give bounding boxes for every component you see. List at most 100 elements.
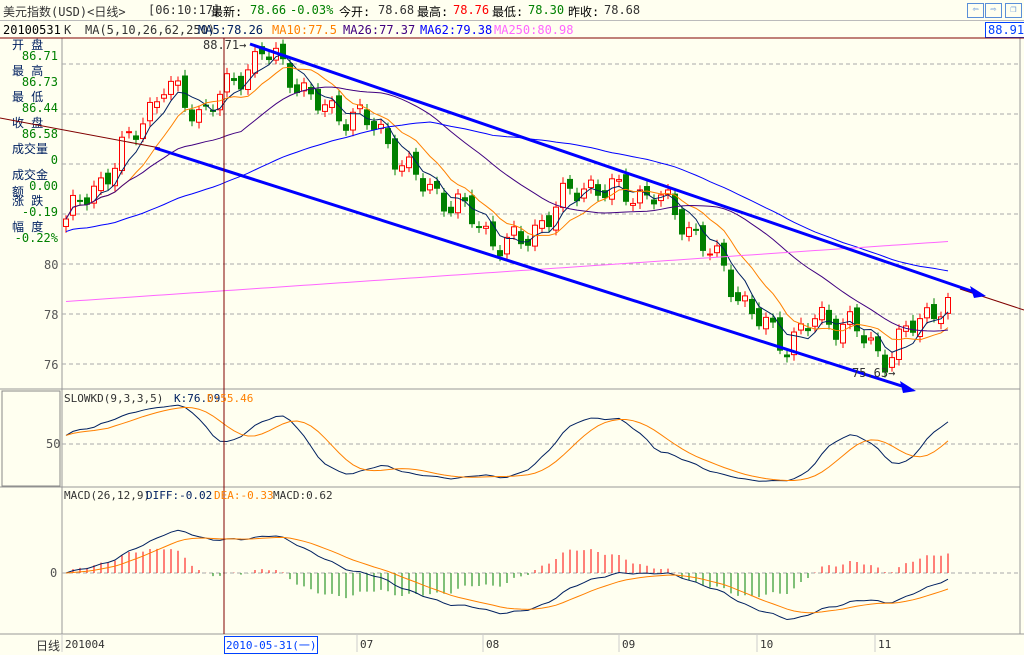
candle-body xyxy=(399,165,405,172)
candle-body xyxy=(938,316,944,325)
candle-body xyxy=(917,318,923,337)
candle-body xyxy=(805,328,811,332)
macd-diff-value: DIFF:-0.02 xyxy=(146,489,213,502)
price-tick-label: 78 xyxy=(44,308,58,322)
candle-body xyxy=(672,193,678,216)
candle-body xyxy=(133,135,139,140)
chart-canvas[interactable]: 80 78 76 201004 07 08 09 10 11 xyxy=(0,0,1024,655)
candle-body xyxy=(868,337,874,341)
candle-body xyxy=(455,193,461,214)
candle-body xyxy=(539,220,545,229)
candle-body xyxy=(343,124,349,131)
candle-body xyxy=(322,104,328,112)
candle-body xyxy=(413,151,419,175)
candle-body xyxy=(385,128,391,145)
candle-body xyxy=(252,51,258,74)
x-tick-label: 10 xyxy=(760,638,773,651)
upper-channel-line xyxy=(249,42,981,296)
candle-body xyxy=(700,225,706,251)
candle-body xyxy=(546,215,552,228)
candle-body xyxy=(735,292,741,302)
low-annotation: 75.63→ xyxy=(852,366,896,380)
candle-body xyxy=(567,178,573,189)
x-tick-label: 07 xyxy=(360,638,373,651)
price-tick-label: 76 xyxy=(44,358,58,372)
high-annotation: 88.71→ xyxy=(203,38,247,52)
candle-body xyxy=(693,228,699,231)
candle-body xyxy=(70,194,76,216)
candle-body xyxy=(861,335,867,344)
macd-value: MACD:0.62 xyxy=(273,489,333,502)
candle-body xyxy=(98,177,104,192)
candle-body xyxy=(728,269,734,298)
candle-body xyxy=(448,206,454,214)
candle-body xyxy=(126,131,132,134)
candle-body xyxy=(105,172,111,185)
candle-body xyxy=(819,306,825,321)
ma10-line xyxy=(65,66,949,341)
candle-body xyxy=(812,318,818,327)
candle-body xyxy=(721,242,727,266)
candle-body xyxy=(224,73,230,93)
candle-body xyxy=(910,320,916,333)
lower-channel-line xyxy=(154,146,909,390)
lower-channel-arrow-icon xyxy=(900,381,916,393)
candle-body xyxy=(770,317,776,323)
period-label: 日线 xyxy=(36,639,61,653)
candle-body xyxy=(945,297,951,314)
price-tick-label: 80 xyxy=(44,258,58,272)
macd-title: MACD(26,12,9) xyxy=(64,489,151,502)
candle-body xyxy=(504,236,510,255)
candle-body xyxy=(476,226,482,229)
ma26-line xyxy=(65,86,949,332)
x-tick-label: 201004 xyxy=(65,638,105,651)
candle-body xyxy=(483,225,489,229)
candle-body xyxy=(84,197,90,205)
candle-body xyxy=(623,174,629,202)
candle-body xyxy=(175,80,181,86)
candle-body xyxy=(231,78,237,81)
candle-body xyxy=(616,179,622,182)
kd-title: SLOWKD(9,3,3,5) xyxy=(64,392,164,405)
candle-body xyxy=(686,227,692,237)
candle-body xyxy=(924,307,930,319)
trendline xyxy=(959,288,1024,311)
candle-body xyxy=(329,100,335,108)
candle-body xyxy=(560,182,566,208)
candle-body xyxy=(742,295,748,302)
x-tick-label: 08 xyxy=(486,638,499,651)
candle-body xyxy=(63,218,69,227)
candle-body xyxy=(756,308,762,327)
chart-window: 美元指数(USD)<日线> [06:10:17] 最新: 78.66 -0.03… xyxy=(0,0,1024,655)
upper-channel-arrow-icon xyxy=(970,286,986,298)
candle-body xyxy=(266,56,272,61)
candle-body xyxy=(147,101,153,122)
candle-body xyxy=(497,250,503,257)
macd-level-label: 0 xyxy=(50,566,58,580)
candle-body xyxy=(588,179,594,189)
candle-body xyxy=(427,183,433,191)
candle-body xyxy=(784,354,790,358)
candle-body xyxy=(714,245,720,254)
candle-body xyxy=(630,202,636,206)
candle-body xyxy=(189,109,195,122)
candle-body xyxy=(420,178,426,192)
candle-body xyxy=(154,101,160,108)
candle-body xyxy=(168,80,174,95)
candle-body xyxy=(182,75,188,108)
kd-d-value: D:55.46 xyxy=(207,392,254,405)
x-tick-label: 11 xyxy=(878,638,891,651)
x-tick-label: 09 xyxy=(622,638,635,651)
candle-body xyxy=(511,226,517,236)
candle-body xyxy=(875,336,881,352)
candle-body xyxy=(441,192,447,212)
candle-body xyxy=(294,84,300,94)
candle-body xyxy=(651,199,657,205)
candle-body xyxy=(406,156,412,169)
candle-body xyxy=(749,298,755,315)
candle-body xyxy=(392,138,398,170)
ma5-line xyxy=(65,53,949,353)
candle-body xyxy=(896,328,902,360)
candle-body xyxy=(833,318,839,340)
plot-frame xyxy=(61,37,1021,635)
